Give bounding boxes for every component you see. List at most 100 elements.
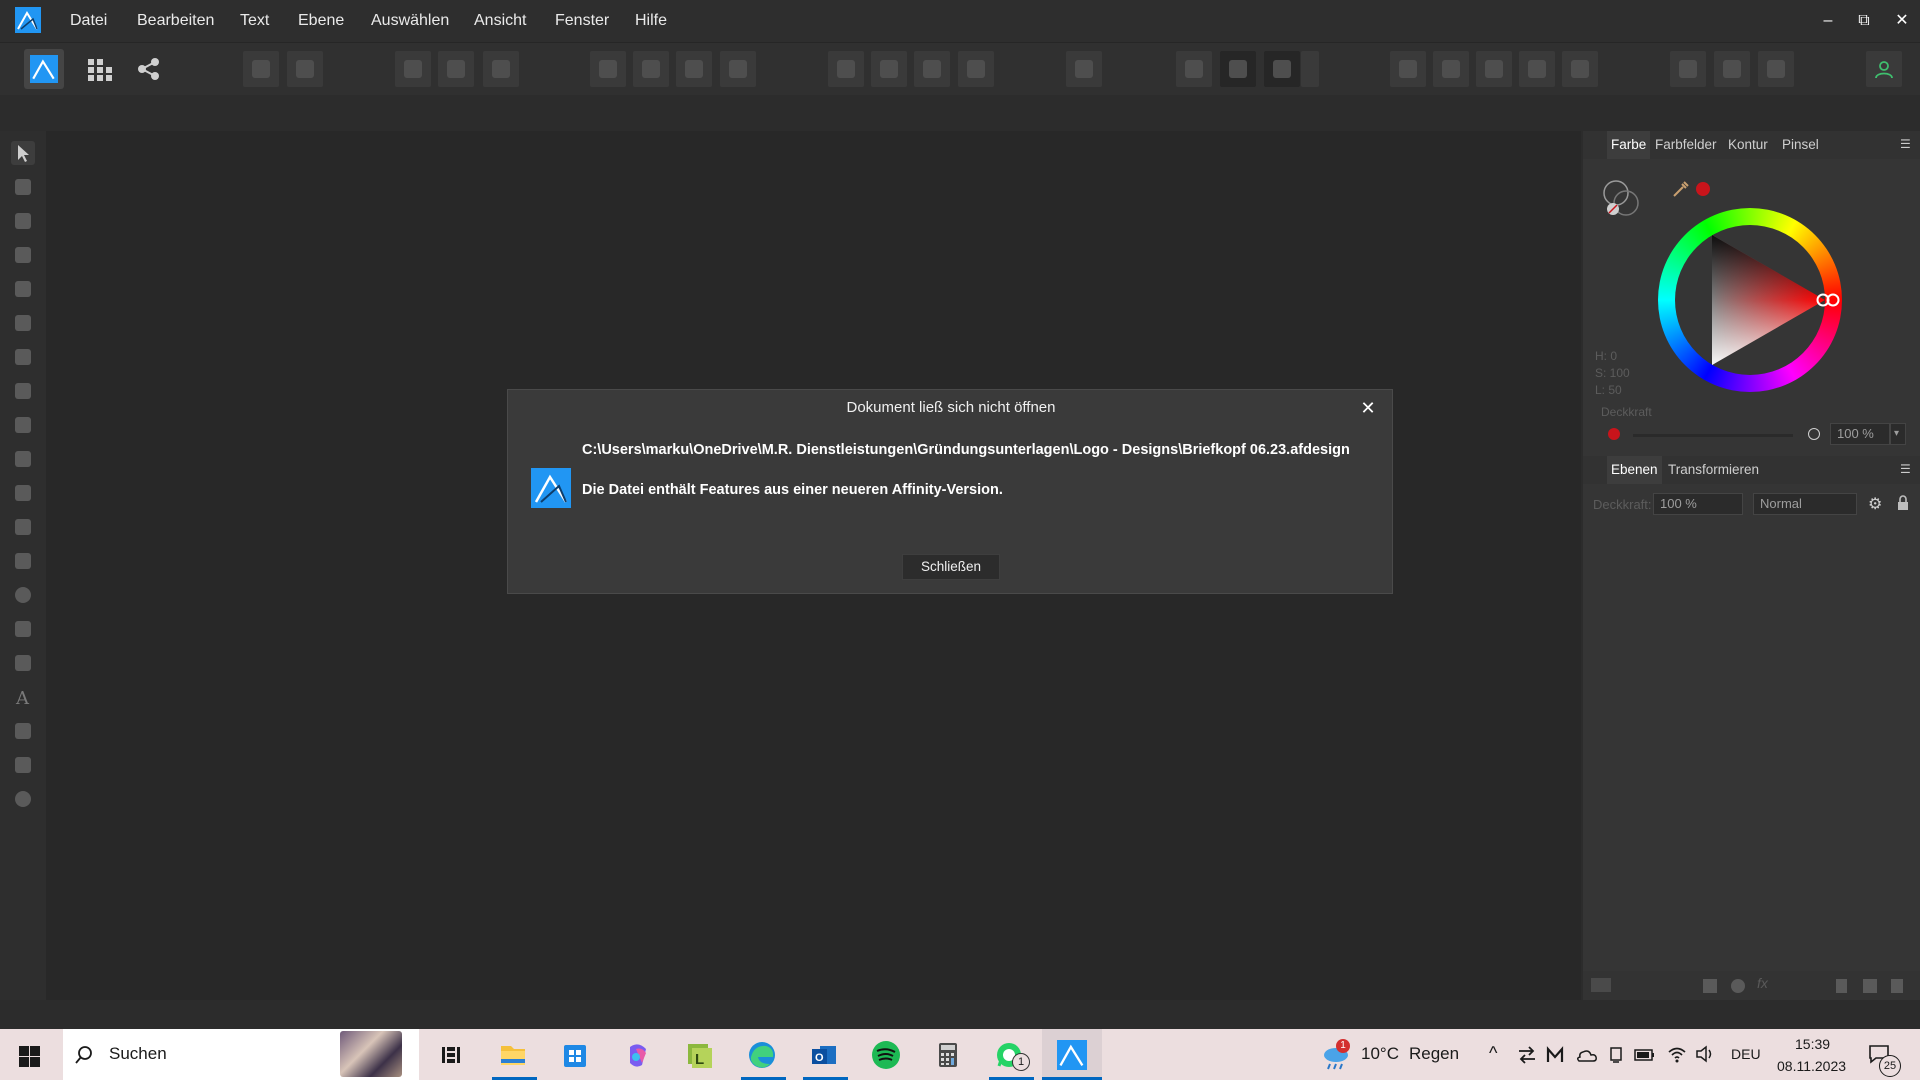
fill-stroke-selector[interactable] xyxy=(1601,177,1651,223)
edge-button[interactable] xyxy=(742,1037,782,1073)
copilot-button[interactable] xyxy=(618,1037,658,1073)
taskbar-search[interactable]: Suchen xyxy=(63,1029,419,1080)
toolbar-dropdown[interactable] xyxy=(1301,51,1319,87)
panel-menu-icon[interactable]: ☰ xyxy=(1900,137,1914,151)
pen-tool[interactable] xyxy=(11,311,35,335)
rectangle-tool[interactable] xyxy=(11,549,35,573)
toolbar-button-16[interactable] xyxy=(1220,51,1256,87)
calculator-button[interactable] xyxy=(928,1037,968,1073)
mask-icon[interactable] xyxy=(1703,979,1717,993)
toolbar-button-9[interactable] xyxy=(720,51,756,87)
toolbar-button-18[interactable] xyxy=(1390,51,1426,87)
brush-tool[interactable] xyxy=(11,379,35,403)
opacity-field[interactable]: 100 % xyxy=(1830,423,1890,445)
speaker-icon[interactable] xyxy=(1695,1045,1715,1063)
task-view-button[interactable] xyxy=(430,1037,470,1073)
tab-ebenen[interactable]: Ebenen xyxy=(1607,456,1662,484)
opacity-slider[interactable] xyxy=(1633,434,1793,437)
toolbar-button-20[interactable] xyxy=(1476,51,1512,87)
app-l-button[interactable]: L xyxy=(680,1037,720,1073)
fx-icon[interactable]: fx xyxy=(1757,975,1768,991)
toolbar-button-6[interactable] xyxy=(590,51,626,87)
sync-icon[interactable] xyxy=(1517,1046,1537,1064)
node-tool[interactable] xyxy=(11,209,35,233)
artboard-tool[interactable] xyxy=(11,175,35,199)
pixel-persona-button[interactable] xyxy=(80,49,120,89)
toolbar-button-24[interactable] xyxy=(1714,51,1750,87)
toolbar-button-10[interactable] xyxy=(828,51,864,87)
toolbar-button-17[interactable] xyxy=(1264,51,1300,87)
whatsapp-button[interactable]: 1 xyxy=(990,1037,1030,1073)
transparency-tool[interactable] xyxy=(11,447,35,471)
menu-hilfe[interactable]: Hilfe xyxy=(635,0,667,42)
tab-farbfelder[interactable]: Farbfelder xyxy=(1655,131,1717,159)
toolbar-button-4[interactable] xyxy=(438,51,474,87)
toolbar-button-3[interactable] xyxy=(395,51,431,87)
toolbar-button-19[interactable] xyxy=(1433,51,1469,87)
toolbar-button-7[interactable] xyxy=(633,51,669,87)
toolbar-button-8[interactable] xyxy=(676,51,712,87)
m-logo-icon[interactable] xyxy=(1546,1046,1564,1064)
trash-icon[interactable] xyxy=(1891,979,1903,993)
device-icon[interactable] xyxy=(1607,1046,1625,1064)
crop-tool[interactable] xyxy=(11,515,35,539)
layers-panel-menu-icon[interactable]: ☰ xyxy=(1900,462,1914,476)
close-button[interactable]: Schließen xyxy=(902,554,1000,580)
gear-icon[interactable]: ⚙ xyxy=(1868,494,1882,514)
export-persona-button[interactable] xyxy=(128,49,168,89)
blend-mode-select[interactable]: Normal xyxy=(1753,493,1857,515)
opacity-dropdown[interactable]: ▾ xyxy=(1890,423,1906,445)
toolbar-button-21[interactable] xyxy=(1519,51,1555,87)
close-window-button[interactable]: ✕ xyxy=(1887,6,1917,36)
designer-persona-button[interactable] xyxy=(24,49,64,89)
clock-time[interactable]: 15:39 xyxy=(1795,1036,1830,1052)
weather-temperature[interactable]: 10°C xyxy=(1361,1044,1399,1064)
toolbar-button-15[interactable] xyxy=(1176,51,1212,87)
toolbar-button-2[interactable] xyxy=(287,51,323,87)
windows-start-icon[interactable] xyxy=(19,1046,40,1067)
language-indicator[interactable]: DEU xyxy=(1731,1046,1761,1062)
layers-stack-icon[interactable] xyxy=(1591,978,1611,992)
menu-ebene[interactable]: Ebene xyxy=(298,0,344,42)
onedrive-icon[interactable] xyxy=(1575,1047,1597,1063)
toolbar-button-25[interactable] xyxy=(1758,51,1794,87)
tab-transformieren[interactable]: Transformieren xyxy=(1668,456,1759,484)
spotify-button[interactable] xyxy=(866,1037,906,1073)
tab-farbe[interactable]: Farbe xyxy=(1607,131,1651,159)
picker-icon[interactable] xyxy=(1671,179,1691,199)
contour-tool[interactable] xyxy=(11,277,35,301)
toolbar-button-12[interactable] xyxy=(914,51,950,87)
menu-fenster[interactable]: Fenster xyxy=(555,0,609,42)
affinity-designer-logo[interactable] xyxy=(15,7,41,33)
clock-date[interactable]: 08.11.2023 xyxy=(1777,1058,1846,1074)
toolbar-button-14[interactable] xyxy=(1066,51,1102,87)
menu-bearbeiten[interactable]: Bearbeiten xyxy=(137,0,214,42)
hand-tool[interactable] xyxy=(11,753,35,777)
rounded-rect-tool[interactable] xyxy=(11,617,35,641)
menu-auswaehlen[interactable]: Auswählen xyxy=(371,0,449,42)
wifi-icon[interactable] xyxy=(1667,1045,1687,1063)
toolbar-button-11[interactable] xyxy=(871,51,907,87)
zoom-tool[interactable] xyxy=(11,787,35,811)
move-tool[interactable] xyxy=(11,141,35,165)
layer-opacity-field[interactable]: 100 % xyxy=(1653,493,1743,515)
text-tool[interactable]: A xyxy=(11,685,35,709)
affinity-designer-taskbar-button[interactable] xyxy=(1042,1029,1102,1080)
lock-icon[interactable] xyxy=(1896,495,1910,511)
toolbar-button-13[interactable] xyxy=(958,51,994,87)
current-color-swatch[interactable] xyxy=(1696,182,1710,196)
menu-datei[interactable]: Datei xyxy=(70,0,107,42)
place-image-tool[interactable] xyxy=(11,481,35,505)
tab-pinsel[interactable]: Pinsel xyxy=(1782,131,1819,159)
outlook-button[interactable]: O xyxy=(804,1037,844,1073)
close-icon[interactable]: ✕ xyxy=(1356,396,1380,420)
store-button[interactable] xyxy=(555,1037,595,1073)
restore-button[interactable]: ⧉ xyxy=(1849,6,1879,36)
menu-text[interactable]: Text xyxy=(240,0,269,42)
shape-tool[interactable] xyxy=(11,651,35,675)
minimize-button[interactable]: – xyxy=(1813,6,1843,36)
menu-ansicht[interactable]: Ansicht xyxy=(474,0,526,42)
group-icon[interactable] xyxy=(1863,979,1877,993)
tab-kontur[interactable]: Kontur xyxy=(1728,131,1768,159)
toolbar-button-22[interactable] xyxy=(1562,51,1598,87)
